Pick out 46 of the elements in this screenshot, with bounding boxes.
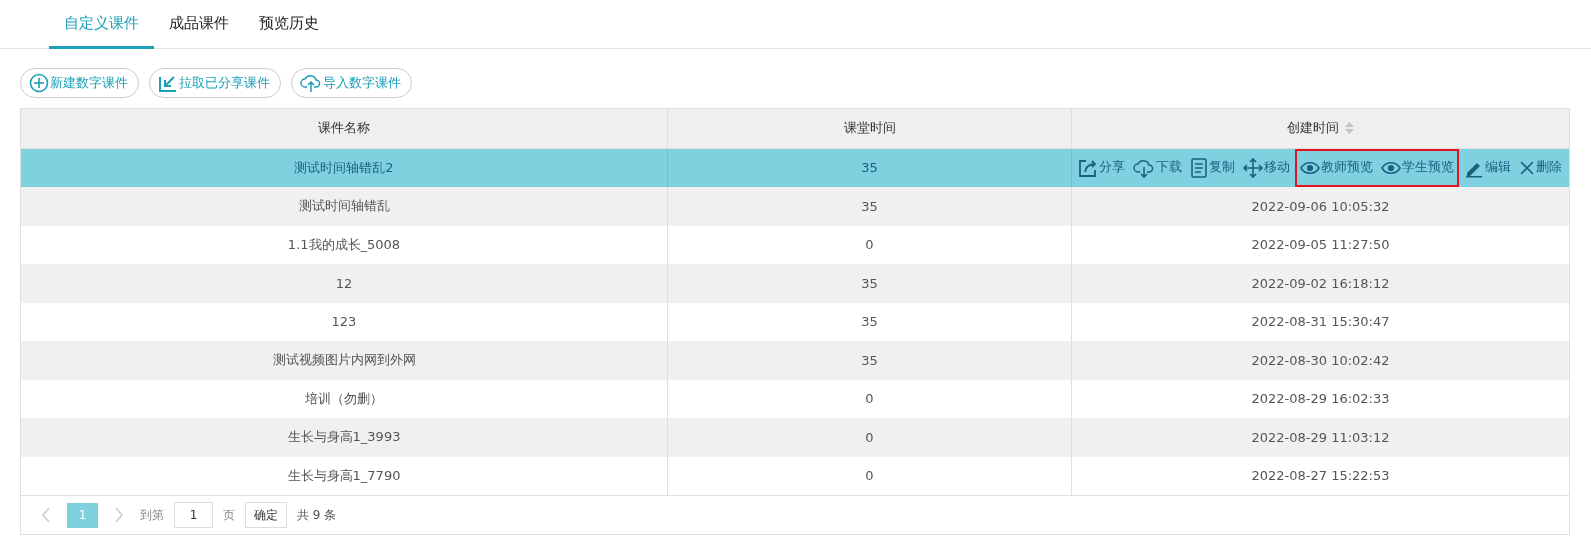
edit-button[interactable]: 编辑 [1461,152,1514,183]
table-cell-text: 2022-08-29 11:03:12 [1250,428,1391,447]
preview-button[interactable]: 学生预览 [1378,152,1457,183]
move-button[interactable]: 移动 [1240,152,1293,183]
share-button[interactable]: 分享 [1075,152,1128,183]
copy-button[interactable]: 复制 [1187,152,1238,183]
table-cell: 测试时间轴错乱 [21,187,668,226]
table-cell: 35 [668,264,1072,303]
confirm-button[interactable]: 确定 [245,502,287,528]
page-unit: 页 [223,506,235,524]
column-header: 课堂时间 [668,109,1072,148]
page-input[interactable]: 1 [174,502,213,528]
tab[interactable]: 自定义课件 [49,0,154,49]
table-cell-text: 2022-08-27 15:22:53 [1250,467,1391,486]
download-button[interactable]: 下载 [1130,152,1185,183]
table-cell: 12 [21,264,668,303]
table-cell: 生长与身高1_7790 [21,456,668,495]
table-cell: 35 [668,187,1072,226]
column-header[interactable]: 创建时间 [1072,109,1569,148]
table-cell: 测试视频图片内网到外网 [21,341,668,380]
table-cell: 0 [668,456,1072,495]
table-row[interactable]: 生长与身高1_7790 0 2022-08-27 15:22:53 [21,456,1569,495]
table-row[interactable]: 测试时间轴错乱2 35 分享 下载 复制 移动 教师预览 学生预览 编辑 删除 [21,148,1569,187]
tab[interactable]: 成品课件 [154,0,244,49]
table-cell-text: 2022-09-02 16:18:12 [1250,274,1391,293]
table-row[interactable]: 测试视频图片内网到外网 35 2022-08-30 10:02:42 [21,341,1569,380]
table-row[interactable]: 测试时间轴错乱 35 2022-09-06 10:05:32 [21,187,1569,226]
table-row[interactable]: 生长与身高1_3993 0 2022-08-29 11:03:12 [21,418,1569,457]
table-row[interactable]: 12 35 2022-09-02 16:18:12 [21,264,1569,303]
total-count: 共 9 条 [297,506,337,524]
tab[interactable]: 预览历史 [244,0,334,49]
table-cell: 生长与身高1_3993 [21,418,668,457]
preview-button[interactable]: 教师预览 [1297,152,1376,183]
table-cell: 0 [668,418,1072,457]
column-header: 课件名称 [21,109,668,148]
upload-button[interactable]: 导入数字课件 [291,68,412,98]
table-cell-text: 2022-08-29 16:02:33 [1250,390,1391,409]
table-cell-text: 2022-09-05 11:27:50 [1250,236,1391,255]
table-cell-text: 2022-09-06 10:05:32 [1250,197,1391,216]
goto-label: 到第 [140,506,164,524]
pull-button[interactable]: 拉取已分享课件 [149,68,281,98]
table-cell: 35 [668,341,1072,380]
table-cell-text: 2022-08-31 15:30:47 [1250,313,1391,332]
add-button[interactable]: 新建数字课件 [20,68,139,98]
table-cell-text: 2022-08-30 10:02:42 [1250,351,1391,370]
delete-button[interactable]: 删除 [1516,152,1565,183]
